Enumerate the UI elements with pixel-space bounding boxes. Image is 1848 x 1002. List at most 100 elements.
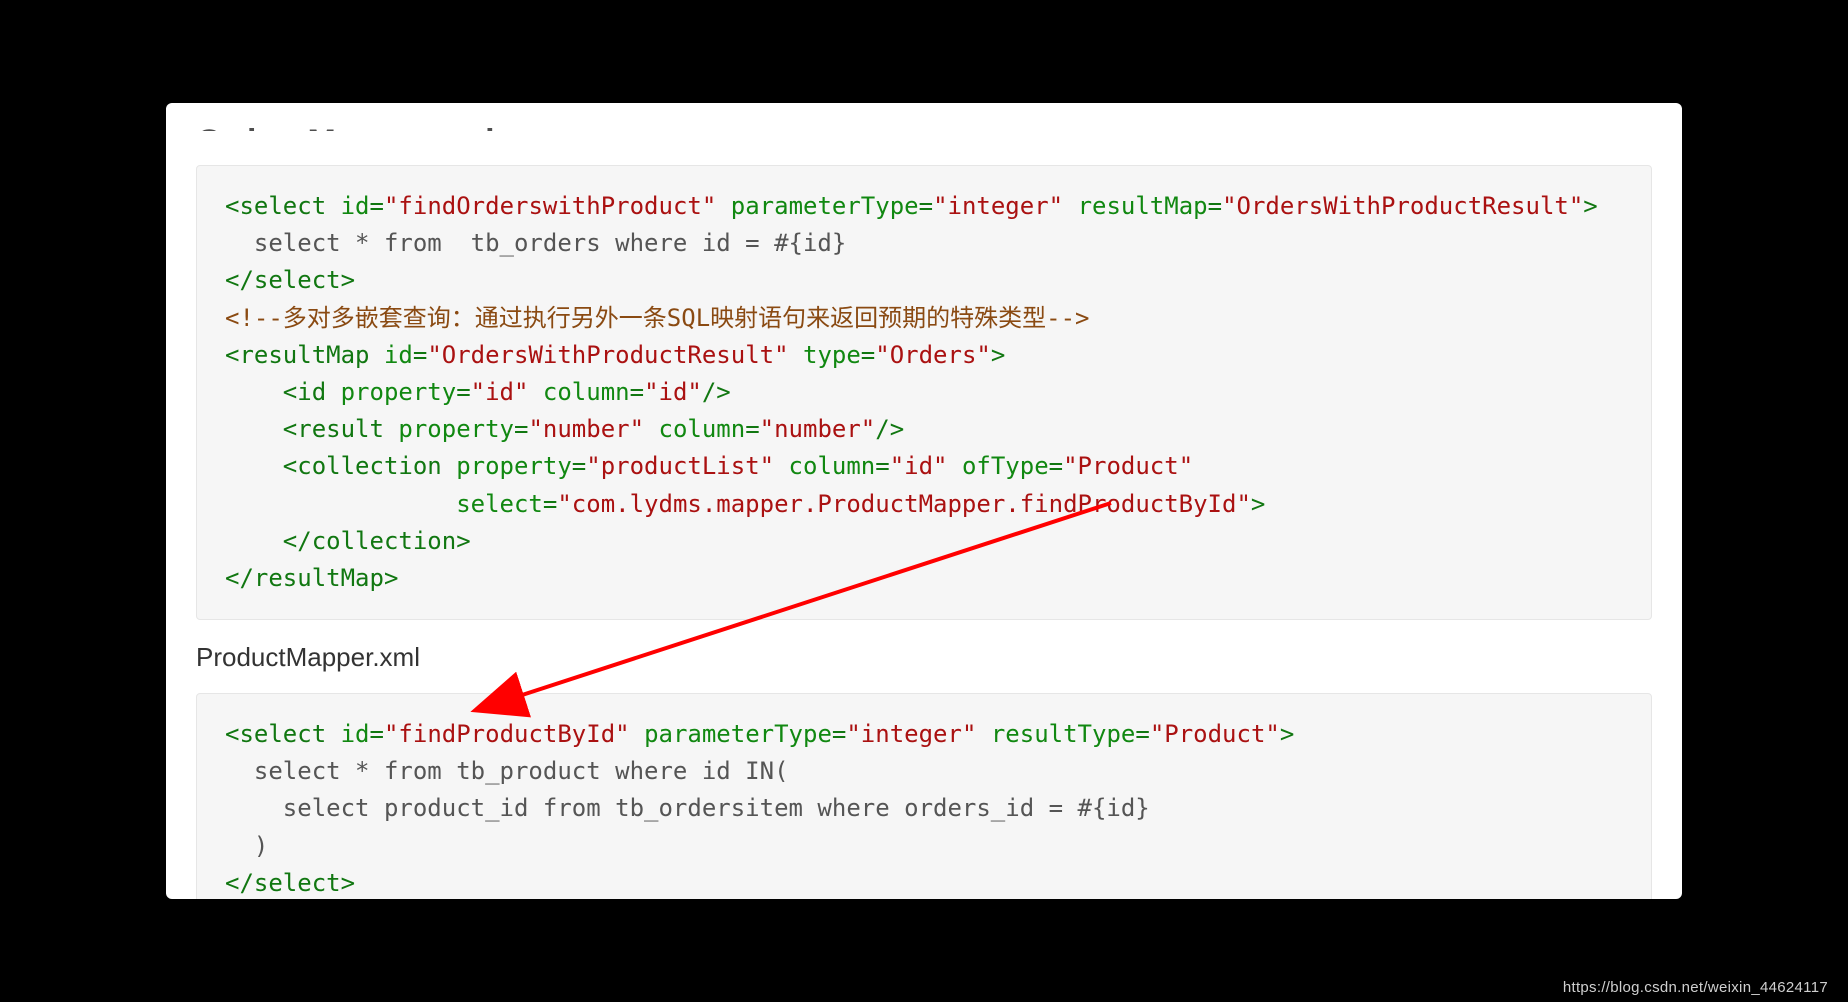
code-block-orders-mapper: <select id="findOrderswithProduct" param… <box>196 165 1652 620</box>
attr-id: id <box>341 720 370 748</box>
tok-gt: > <box>1251 490 1265 518</box>
tok-sc: /> <box>702 378 731 406</box>
tok-gt: > <box>1583 192 1597 220</box>
tok-lt: < <box>225 452 297 480</box>
val-column: "id" <box>890 452 948 480</box>
eq: = <box>370 192 384 220</box>
attr-parametertype: parameterType <box>644 720 832 748</box>
eq: = <box>861 341 875 369</box>
sp <box>326 720 340 748</box>
truncated-top-heading-text: OrdersMapper.xml <box>196 123 495 131</box>
sp <box>976 720 990 748</box>
attr-column: column <box>543 378 630 406</box>
val-property: "productList" <box>586 452 774 480</box>
attr-id: id <box>341 192 370 220</box>
attr-property: property <box>398 415 514 443</box>
eq: = <box>1135 720 1149 748</box>
tok-collection: collection <box>297 452 442 480</box>
val-oftype: "Product" <box>1063 452 1193 480</box>
tok-result: result <box>297 415 384 443</box>
sp <box>948 452 962 480</box>
val-id: "OrdersWithProductResult" <box>427 341 788 369</box>
sp <box>528 378 542 406</box>
heading-product-mapper: ProductMapper.xml <box>196 642 1652 673</box>
attr-property: property <box>456 452 572 480</box>
val-column: "number" <box>760 415 876 443</box>
attr-column: column <box>659 415 746 443</box>
tok-id: id <box>297 378 326 406</box>
tok-select: select <box>239 192 326 220</box>
val-select: "com.lydms.mapper.ProductMapper.findProd… <box>557 490 1251 518</box>
indent <box>225 490 456 518</box>
val-column: "id" <box>644 378 702 406</box>
eq: = <box>543 490 557 518</box>
sql-body: select product_id from tb_ordersitem whe… <box>225 794 1150 822</box>
eq: = <box>745 415 759 443</box>
tok-gt: > <box>991 341 1005 369</box>
eq: = <box>413 341 427 369</box>
outer-frame: OrdersMapper.xml <select id="findOrdersw… <box>154 91 1694 911</box>
sql-body: select * from tb_product where id IN( <box>225 757 789 785</box>
tok-gt: > <box>341 266 355 294</box>
eq: = <box>456 378 470 406</box>
tok-gt: > <box>456 527 470 555</box>
code-block-product-mapper: <select id="findProductById" parameterTy… <box>196 693 1652 899</box>
val-parametertype: "integer" <box>933 192 1063 220</box>
attr-resulttype: resultType <box>991 720 1136 748</box>
watermark-text: https://blog.csdn.net/weixin_44624117 <box>1563 979 1828 996</box>
attr-property: property <box>341 378 457 406</box>
val-type: "Orders" <box>875 341 991 369</box>
val-resultmap: "OrdersWithProductResult" <box>1222 192 1583 220</box>
heading-product-mapper-text: ProductMapper.xml <box>196 642 420 672</box>
val-property: "id" <box>471 378 529 406</box>
eq: = <box>1208 192 1222 220</box>
eq: = <box>514 415 528 443</box>
tok-select: select <box>254 869 341 897</box>
document-page: OrdersMapper.xml <select id="findOrdersw… <box>166 103 1682 899</box>
eq: = <box>919 192 933 220</box>
sp <box>384 415 398 443</box>
sp <box>789 341 803 369</box>
tok-ltc: </ <box>225 266 254 294</box>
sp <box>630 720 644 748</box>
sql-body: ) <box>225 832 268 860</box>
attr-parametertype: parameterType <box>731 192 919 220</box>
eq: = <box>1049 452 1063 480</box>
eq: = <box>572 452 586 480</box>
val-resulttype: "Product" <box>1150 720 1280 748</box>
tok-ltc: </ <box>225 564 254 592</box>
truncated-top-heading: OrdersMapper.xml <box>196 123 1652 131</box>
eq: = <box>832 720 846 748</box>
sp <box>716 192 730 220</box>
val-parametertype: "integer" <box>846 720 976 748</box>
sp <box>644 415 658 443</box>
attr-select: select <box>456 490 543 518</box>
sp <box>774 452 788 480</box>
tok-lt: < <box>225 378 297 406</box>
tok-ltc: </ <box>225 527 312 555</box>
eq: = <box>370 720 384 748</box>
attr-resultmap: resultMap <box>1078 192 1208 220</box>
tok-ltc: </ <box>225 869 254 897</box>
attr-oftype: ofType <box>962 452 1049 480</box>
eq: = <box>630 378 644 406</box>
tok-gt: > <box>384 564 398 592</box>
sp <box>442 452 456 480</box>
tok-gt: > <box>341 869 355 897</box>
watermark: https://blog.csdn.net/weixin_44624117 <box>1563 979 1828 996</box>
tok-select: select <box>254 266 341 294</box>
tok-resultmap: resultMap <box>239 341 369 369</box>
tok-lt: < <box>225 192 239 220</box>
tok-lt: < <box>225 341 239 369</box>
tok-collection: collection <box>312 527 457 555</box>
sp <box>326 378 340 406</box>
sql-body: select * from tb_orders where id = #{id} <box>225 229 846 257</box>
tok-resultmap: resultMap <box>254 564 384 592</box>
tok-select: select <box>239 720 326 748</box>
attr-type: type <box>803 341 861 369</box>
sp <box>1063 192 1077 220</box>
val-property: "number" <box>528 415 644 443</box>
attr-id: id <box>384 341 413 369</box>
tok-gt: > <box>1280 720 1294 748</box>
val-id: "findOrderswithProduct" <box>384 192 716 220</box>
